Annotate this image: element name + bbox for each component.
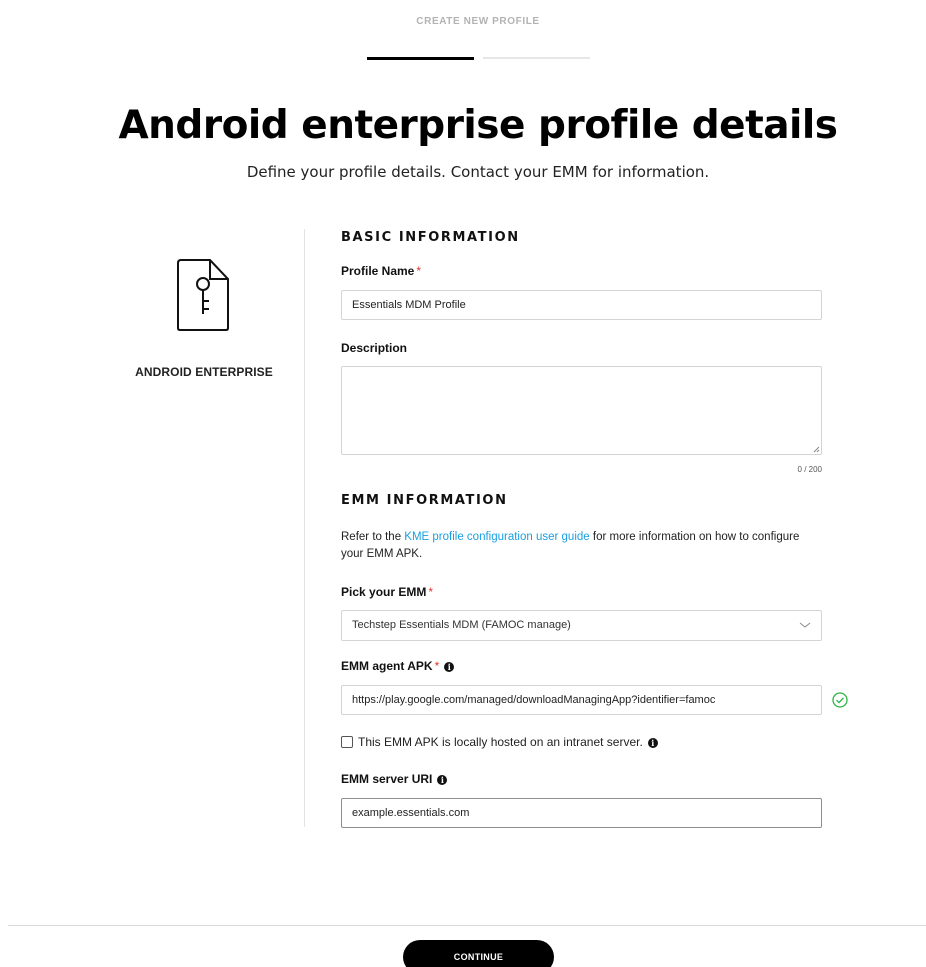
server-uri-input[interactable] (341, 798, 822, 828)
page-title: Android enterprise profile details (118, 103, 838, 148)
info-icon[interactable]: i (647, 738, 658, 748)
profile-name-input[interactable] (341, 290, 822, 320)
info-icon[interactable]: i (437, 775, 448, 785)
local-host-checkbox[interactable] (341, 736, 353, 748)
emm-help-text: Refer to the KME profile configuration u… (341, 529, 811, 563)
emm-help-prefix: Refer to the (341, 531, 405, 543)
server-uri-label-text: EMM server URI (341, 772, 433, 786)
emm-select[interactable]: Techstep Essentials MDM (FAMOC manage) (341, 610, 822, 641)
sidebar-label: ANDROID ENTERPRISE (135, 365, 273, 379)
progress-step-1 (367, 57, 474, 60)
local-host-label-text: This EMM APK is locally hosted on an int… (358, 735, 643, 749)
kme-guide-link[interactable]: KME profile configuration user guide (404, 531, 589, 543)
pick-emm-label: Pick your EMM * (341, 585, 433, 599)
required-marker: * (428, 585, 434, 599)
agent-apk-label-text: EMM agent APK (341, 659, 433, 673)
basic-info-title: BASIC INFORMATION (341, 230, 520, 245)
agent-apk-input[interactable] (341, 685, 822, 715)
progress-step-2 (483, 57, 590, 59)
valid-check-icon (832, 692, 848, 708)
description-textarea[interactable] (341, 366, 822, 455)
chevron-down-icon (799, 622, 811, 628)
footer-divider (8, 925, 926, 926)
agent-apk-label: EMM agent APK * i (341, 659, 455, 673)
local-host-label: This EMM APK is locally hosted on an int… (358, 735, 658, 749)
info-icon[interactable]: i (444, 662, 455, 672)
step-label: CREATE NEW PROFILE (416, 16, 540, 27)
profile-name-label: Profile Name * (341, 264, 421, 278)
key-document-icon (177, 259, 229, 331)
required-marker: * (416, 264, 422, 278)
emm-info-title: EMM INFORMATION (341, 493, 508, 508)
description-char-count: 0 / 200 (797, 465, 822, 474)
page-subtitle: Define your profile details. Contact you… (246, 163, 710, 181)
continue-button[interactable]: CONTINUE (403, 940, 554, 967)
vertical-divider (304, 229, 305, 827)
profile-name-label-text: Profile Name (341, 264, 415, 278)
emm-select-value: Techstep Essentials MDM (FAMOC manage) (352, 619, 571, 631)
required-marker: * (434, 659, 440, 673)
pick-emm-label-text: Pick your EMM (341, 585, 427, 599)
resize-grip-icon[interactable] (812, 445, 820, 453)
description-label: Description (341, 341, 408, 355)
server-uri-label: EMM server URI i (341, 772, 448, 786)
